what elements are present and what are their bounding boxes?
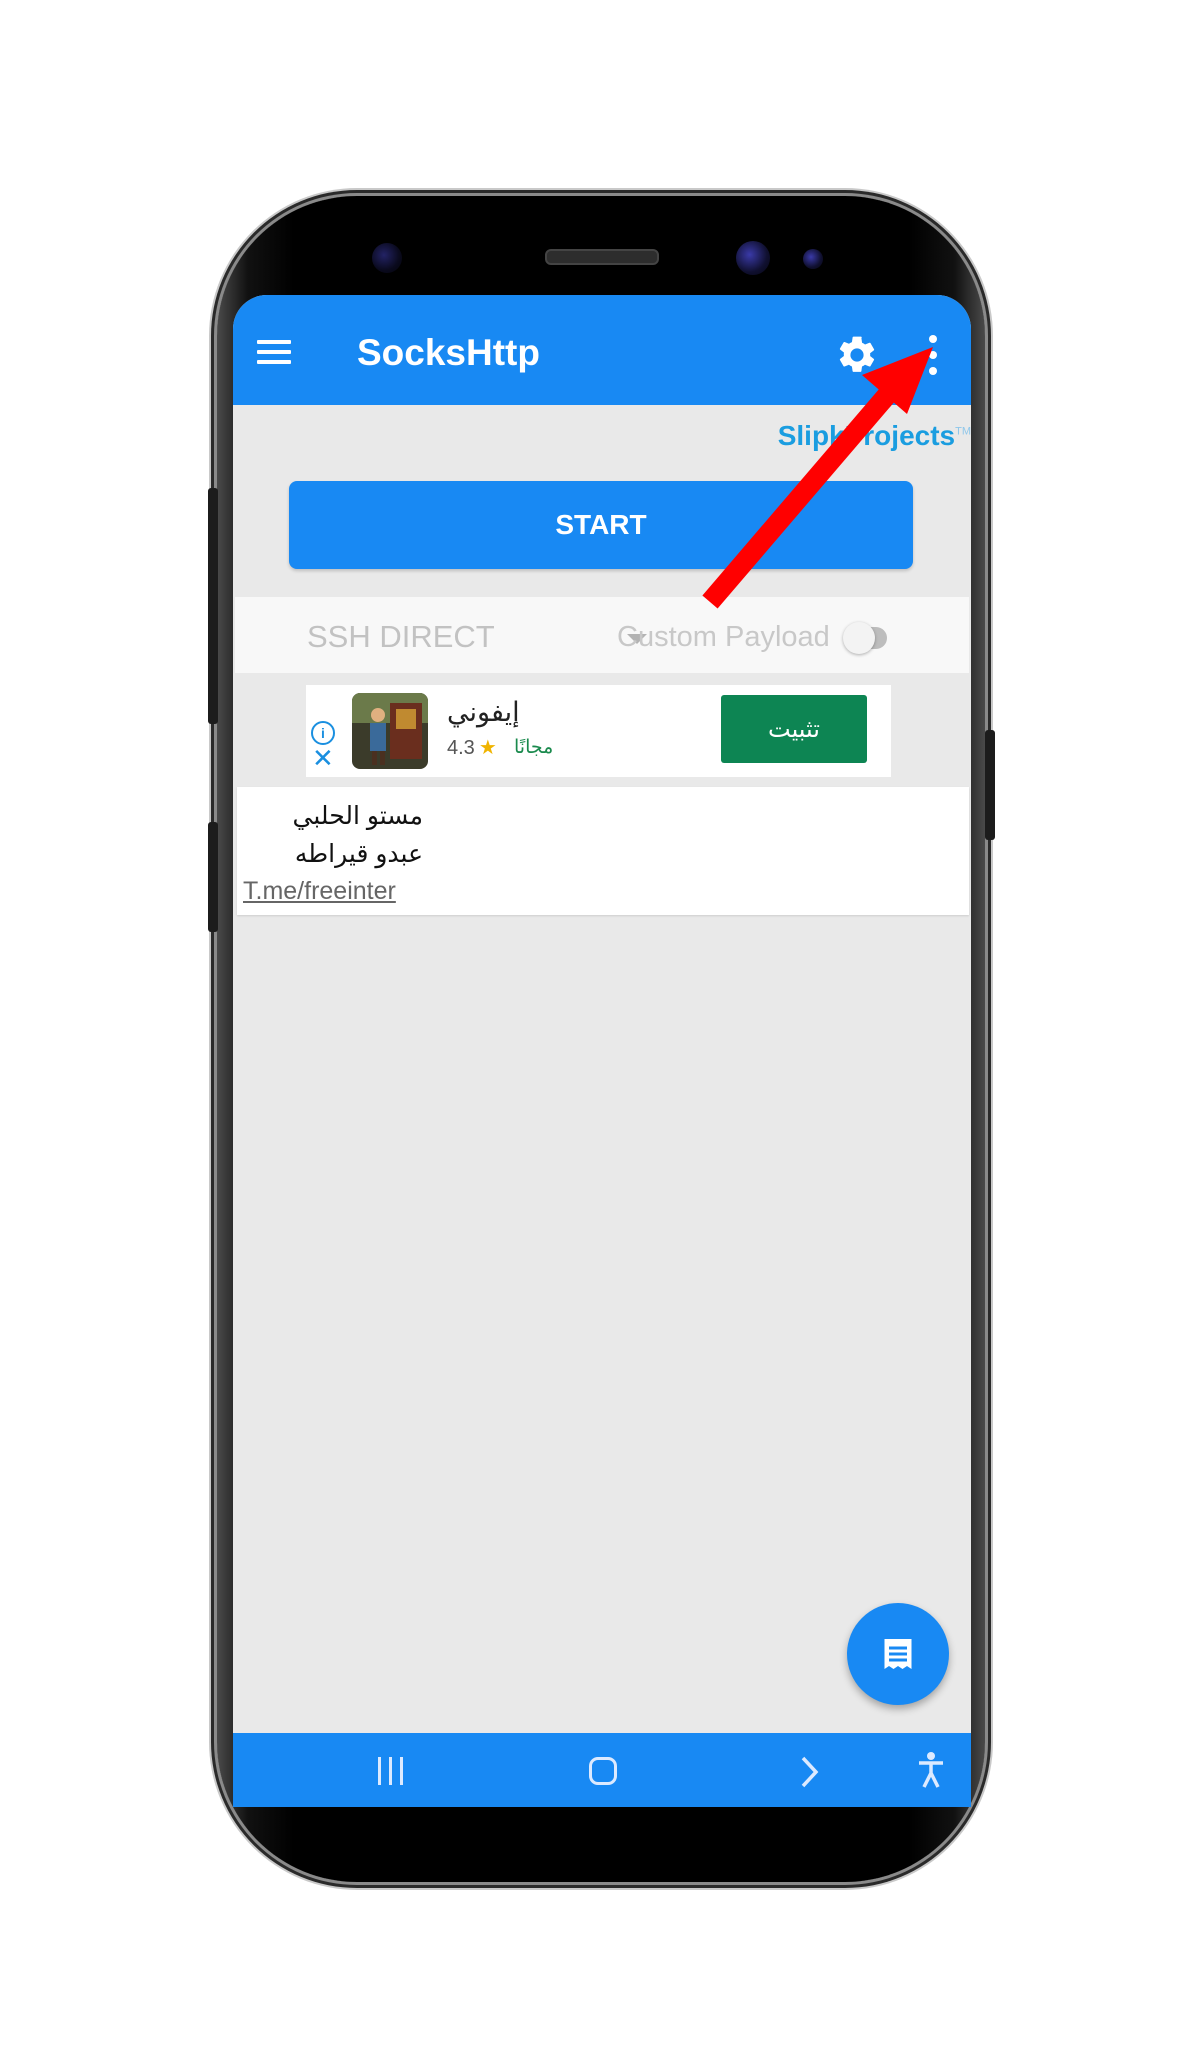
annotation-arrow — [702, 347, 933, 609]
